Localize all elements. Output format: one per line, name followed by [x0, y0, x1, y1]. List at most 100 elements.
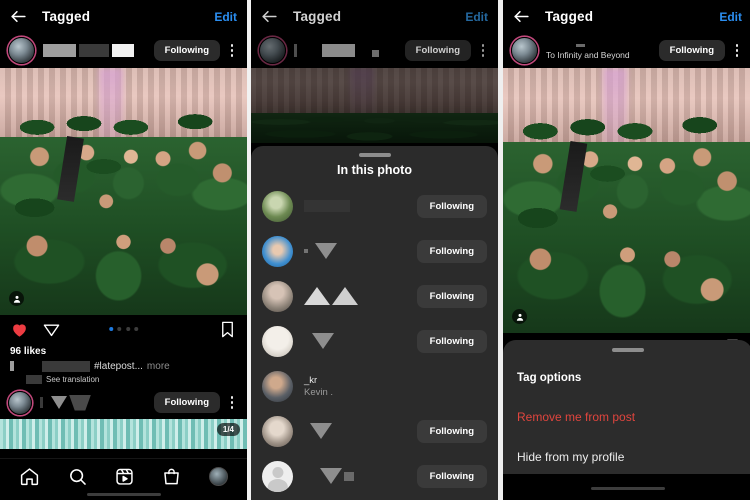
person-name-redacted	[304, 468, 417, 484]
photo-backdrop	[251, 68, 498, 115]
following-button[interactable]: Following	[416, 464, 487, 488]
post-photo[interactable]	[503, 68, 750, 333]
following-button[interactable]: Following	[404, 40, 471, 61]
kebab-menu-icon[interactable]	[225, 40, 239, 62]
reels-icon[interactable]	[114, 466, 135, 487]
avatar[interactable]	[262, 325, 293, 357]
list-item[interactable]: Following	[251, 274, 498, 319]
post-location[interactable]: To Infinity and Beyond	[546, 50, 659, 60]
edit-button[interactable]: Edit	[465, 10, 488, 24]
in-this-photo-sheet: In this photo Following Following Follow…	[251, 146, 498, 500]
following-button[interactable]: Following	[658, 40, 725, 61]
list-item[interactable]: _kr Kevin .	[251, 364, 498, 409]
kebab-menu-icon[interactable]	[225, 392, 239, 414]
list-item[interactable]: Following	[251, 409, 498, 454]
panel1-action-bar	[0, 315, 247, 343]
redaction-shape	[51, 396, 67, 409]
list-item[interactable]: Following	[251, 454, 498, 499]
kebab-menu-icon[interactable]	[730, 40, 744, 62]
person-tag-icon[interactable]	[512, 309, 527, 324]
paper-plane-icon[interactable]	[42, 320, 61, 339]
page-title: Tagged	[545, 9, 594, 24]
post-photo-dimmed[interactable]	[251, 68, 498, 143]
redaction-shape	[304, 333, 417, 349]
avatar[interactable]	[262, 235, 293, 267]
photo-stage-light	[349, 68, 375, 118]
following-button[interactable]: Following	[153, 392, 220, 413]
next-post-photo[interactable]: 1/4	[0, 419, 247, 449]
panel1-topbar: Tagged Edit	[0, 0, 247, 33]
translate-row: See translation	[0, 373, 247, 386]
shop-icon[interactable]	[161, 466, 182, 487]
photo-graduates	[251, 113, 498, 143]
panel3-topbar: Tagged Edit	[503, 0, 750, 33]
avatar[interactable]	[262, 280, 293, 312]
edit-button[interactable]: Edit	[214, 10, 237, 24]
panel-in-this-photo: Tagged Edit Following In this photo Foll…	[251, 0, 498, 500]
following-button[interactable]: Following	[416, 239, 487, 263]
panel1-post-header: Following	[0, 33, 247, 68]
redaction-shape	[332, 287, 358, 305]
redaction-block	[26, 374, 42, 384]
redaction-block	[10, 361, 14, 371]
sheet-title: In this photo	[337, 162, 412, 177]
remove-me-from-post-option[interactable]: Remove me from post	[503, 397, 750, 437]
likes-count[interactable]: 96 likes	[0, 343, 247, 359]
redaction-block	[344, 471, 354, 481]
back-arrow-icon[interactable]	[9, 7, 28, 26]
following-button[interactable]: Following	[416, 419, 487, 443]
back-arrow-icon[interactable]	[260, 7, 279, 26]
sheet-grabber[interactable]	[611, 348, 644, 352]
redaction-block	[322, 44, 355, 57]
redaction-block	[576, 43, 585, 47]
photo-faces	[503, 115, 750, 333]
avatar[interactable]	[8, 390, 32, 415]
profile-avatar[interactable]	[208, 467, 228, 486]
screenshot-stage: Tagged Edit Following 96 likes #latepost…	[0, 0, 750, 500]
caption-more-link[interactable]: more	[147, 361, 170, 372]
post-author-meta	[43, 44, 154, 57]
redaction-shape	[304, 243, 417, 259]
search-icon[interactable]	[67, 466, 88, 487]
username-redacted	[546, 42, 659, 49]
post-photo[interactable]	[0, 68, 247, 315]
avatar[interactable]	[259, 37, 286, 64]
avatar[interactable]	[262, 415, 293, 447]
sheet-title: Tag options	[517, 371, 582, 384]
hide-from-my-profile-option[interactable]: Hide from my profile	[503, 437, 750, 477]
panel2-post-header: Following	[251, 33, 498, 68]
following-button[interactable]: Following	[416, 329, 487, 353]
avatar[interactable]	[262, 190, 293, 222]
person-name: _kr Kevin .	[304, 375, 487, 398]
home-icon[interactable]	[19, 466, 40, 487]
redaction-shape	[304, 200, 417, 212]
caption-row: #latepost... more	[0, 359, 247, 373]
redaction-shape	[304, 287, 330, 305]
heart-filled-icon[interactable]	[10, 320, 29, 339]
redaction-block	[79, 44, 109, 57]
following-button[interactable]: Following	[416, 284, 487, 308]
list-item[interactable]: Following	[251, 319, 498, 364]
following-button[interactable]: Following	[153, 40, 220, 61]
list-item[interactable]: Following	[251, 229, 498, 274]
bookmark-icon[interactable]	[218, 320, 237, 339]
person-handle: _kr	[304, 374, 318, 386]
avatar[interactable]	[8, 37, 35, 64]
kebab-menu-icon[interactable]	[476, 40, 490, 62]
person-tag-icon[interactable]	[9, 291, 24, 306]
post-author-meta: To Infinity and Beyond	[546, 42, 659, 60]
redaction-shape	[312, 333, 334, 349]
edit-button[interactable]: Edit	[719, 10, 742, 24]
sheet-grabber[interactable]	[358, 153, 391, 157]
list-item[interactable]: Following	[251, 184, 498, 229]
redaction-shape	[315, 243, 337, 259]
avatar[interactable]	[262, 370, 293, 402]
redaction-block	[304, 249, 308, 253]
next-post-header: Following	[0, 386, 247, 419]
avatar[interactable]	[262, 460, 293, 492]
redaction-shape	[310, 423, 332, 439]
see-translation-link[interactable]: See translation	[46, 375, 99, 384]
following-button[interactable]: Following	[416, 194, 487, 218]
avatar[interactable]	[511, 37, 538, 64]
back-arrow-icon[interactable]	[512, 7, 531, 26]
